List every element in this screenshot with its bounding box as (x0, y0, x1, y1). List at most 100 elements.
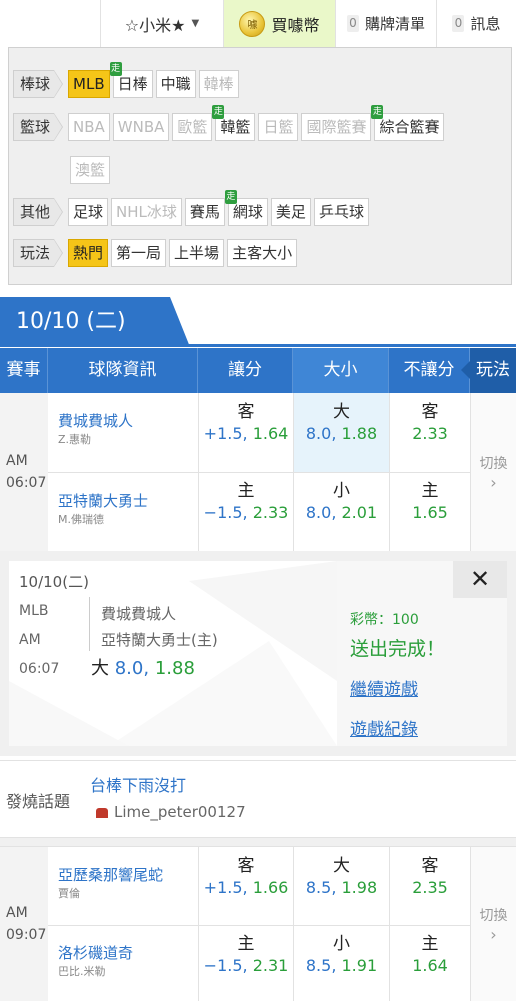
chip-aus-basketball[interactable]: 澳籃 (70, 156, 111, 184)
chip-npb[interactable]: 走日棒 (109, 62, 153, 98)
home-team: 洛杉磯道奇 巴比.米勒 (48, 935, 198, 981)
row-divider (198, 472, 470, 473)
cart-label: 購牌清單 (364, 15, 425, 33)
home-team: 亞特蘭大勇士 M.佛瑞德 (48, 483, 198, 529)
avatar-icon (96, 807, 108, 818)
row-divider (198, 925, 470, 926)
hot-topic-title[interactable]: 台棒下雨沒打 (90, 772, 186, 796)
bet-pick: 大 8.0, 1.88 (91, 658, 195, 679)
bet-slip-card: 10/10(二) MLB AM 06:07 費城費城人 亞特蘭大勇士(主) 大 … (9, 561, 337, 746)
row-divider (48, 925, 198, 926)
header-moneyline: 不讓分 (389, 348, 470, 393)
away-team-name[interactable]: 亞歷桑那響尾蛇 (58, 865, 198, 885)
coin-icon: 噱 (239, 10, 266, 37)
date-tab[interactable]: 10/10 (二) (0, 297, 190, 347)
under-odds[interactable]: 小 8.0, 2.01 (293, 472, 389, 551)
home-spread-odds[interactable]: 主 −1.5, 2.31 (198, 925, 293, 1001)
chip-horse-racing[interactable]: 賽馬 (184, 198, 225, 226)
coin-cost: 彩幣：100 (350, 612, 419, 628)
filter-row-other: 其他 足球 NHL冰球 賽馬 走網球 美足 乒乓球 (13, 190, 509, 241)
away-team-name[interactable]: 費城費城人 (58, 411, 198, 431)
bet-team-1: 費城費城人 (101, 605, 177, 623)
chip-nhl[interactable]: NHL冰球 (111, 198, 182, 226)
game-time: AM 09:07 (0, 847, 48, 1001)
chevron-down-icon: ▼ (191, 18, 200, 29)
under-odds[interactable]: 小 8.5, 1.91 (293, 925, 389, 1001)
home-spread-odds[interactable]: 主 −1.5, 2.33 (198, 472, 293, 551)
home-moneyline-odds[interactable]: 主 1.65 (389, 472, 470, 551)
chip-mlb[interactable]: MLB (68, 70, 110, 98)
messages-button[interactable]: 0 訊息 (436, 0, 516, 47)
category-baseball: 棒球 (13, 70, 64, 98)
home-moneyline-odds[interactable]: 主 1.64 (389, 925, 470, 1001)
game-record-link[interactable]: 遊戲紀錄 (350, 715, 418, 740)
over-odds[interactable]: 大 8.0, 1.88 (293, 393, 389, 472)
filter-row-basketball: 籃球 NBA WNBA 歐籃 走韓籃 日籃 國際籃賽 走綜合籃賽 澳籃 (13, 105, 509, 199)
chip-first-inning[interactable]: 第一局 (111, 239, 167, 267)
bet-confirmation-popup: 10/10(二) MLB AM 06:07 費城費城人 亞特蘭大勇士(主) 大 … (0, 551, 516, 756)
away-team: 費城費城人 Z.惠勒 (48, 403, 198, 449)
bet-ampm: AM (19, 632, 41, 648)
chip-american-football[interactable]: 美足 (270, 198, 311, 226)
home-team-name[interactable]: 洛杉磯道奇 (58, 943, 198, 963)
category-play: 玩法 (13, 239, 64, 267)
away-moneyline-odds[interactable]: 客 2.33 (389, 393, 470, 472)
chip-euro-basketball[interactable]: 歐籃 (172, 113, 213, 141)
divider (89, 597, 90, 651)
away-pitcher: Z.惠勒 (58, 433, 92, 446)
away-pitcher: 賈倫 (58, 887, 80, 900)
live-badge: 走 (109, 62, 122, 76)
username: ☆小米★ (124, 15, 186, 35)
chip-wnba[interactable]: WNBA (112, 113, 170, 141)
user-menu[interactable]: ☆小米★ ▼ (100, 0, 224, 47)
hot-topic-banner[interactable]: 發燒話題 台棒下雨沒打 Lime_peter00127 (0, 760, 516, 838)
cart-button[interactable]: 0 購牌清單 (335, 0, 436, 47)
odds-table-header: 賽事 球隊資訊 讓分 大小 不讓分 玩法 (0, 348, 516, 393)
chip-home-away-total[interactable]: 主客大小 (227, 239, 298, 267)
category-basketball: 籃球 (13, 113, 64, 141)
chip-mixed-basketball[interactable]: 走綜合籃賽 (371, 105, 445, 141)
chip-nba[interactable]: NBA (68, 113, 110, 141)
chip-soccer[interactable]: 足球 (68, 198, 109, 226)
chip-kbo[interactable]: 韓棒 (198, 70, 239, 98)
game-row: AM 09:07 亞歷桑那響尾蛇 賈倫 洛杉磯道奇 巴比.米勒 客 +1.5, 1… (0, 846, 516, 1001)
chevron-right-icon: › (490, 924, 497, 944)
header-event: 賽事 (0, 348, 48, 393)
chip-intl-basketball[interactable]: 國際籃賽 (301, 113, 372, 141)
bet-date: 10/10(二) (19, 573, 89, 591)
date-divider (0, 344, 516, 347)
chip-korea-basketball[interactable]: 走韓籃 (212, 105, 256, 141)
header-over-under: 大小 (293, 348, 389, 393)
switch-button[interactable]: 切換 › (470, 847, 516, 1001)
filter-row-play: 玩法 熱門 第一局 上半場 主客大小 (13, 239, 509, 282)
switch-button[interactable]: 切換 › (470, 393, 516, 551)
messages-label: 訊息 (470, 15, 501, 33)
away-spread-odds[interactable]: 客 +1.5, 1.64 (198, 393, 293, 472)
bet-team-2: 亞特蘭大勇士(主) (101, 631, 218, 649)
chip-cpbl[interactable]: 中職 (155, 70, 196, 98)
chip-table-tennis[interactable]: 乒乓球 (313, 198, 369, 226)
hot-topic-author: Lime_peter00127 (96, 803, 246, 821)
sent-message: 送出完成！ (350, 638, 446, 660)
header-play-type[interactable]: 玩法 (461, 348, 516, 393)
over-odds[interactable]: 大 8.5, 1.98 (293, 847, 389, 925)
close-icon[interactable]: ✕ (453, 561, 507, 598)
top-bar: ☆小米★ ▼ 噱 買噱幣 0 購牌清單 0 訊息 (0, 0, 516, 47)
hot-topic-label: 發燒話題 (6, 792, 71, 811)
buy-coins-button[interactable]: 噱 買噱幣 (224, 0, 335, 47)
continue-game-link[interactable]: 繼續遊戲 (350, 675, 418, 700)
buy-coins-label: 買噱幣 (271, 15, 320, 35)
chip-tennis[interactable]: 走網球 (224, 190, 268, 226)
away-spread-odds[interactable]: 客 +1.5, 1.66 (198, 847, 293, 925)
live-badge: 走 (224, 190, 237, 204)
live-badge: 走 (212, 105, 225, 119)
home-team-name[interactable]: 亞特蘭大勇士 (58, 491, 198, 511)
home-pitcher: 巴比.米勒 (58, 965, 106, 978)
chip-popular[interactable]: 熱門 (68, 239, 109, 267)
header-team: 球隊資訊 (48, 348, 198, 393)
chip-japan-basketball[interactable]: 日籃 (258, 113, 299, 141)
row-divider (48, 472, 198, 473)
chip-first-half[interactable]: 上半場 (169, 239, 225, 267)
bet-time: 06:07 (19, 661, 60, 677)
away-moneyline-odds[interactable]: 客 2.35 (389, 847, 470, 925)
